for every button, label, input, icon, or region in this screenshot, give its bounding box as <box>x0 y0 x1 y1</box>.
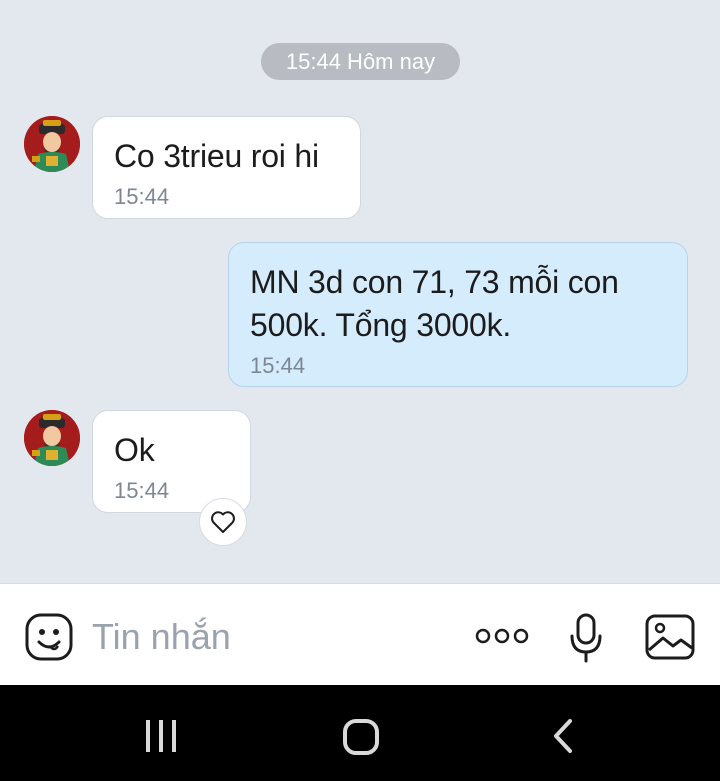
message-text: MN 3d con 71, 73 mỗi con 500k. Tổng 3000… <box>250 264 619 343</box>
react-button[interactable] <box>199 498 247 546</box>
message-time: 15:44 <box>114 184 170 209</box>
message-bubble-outgoing[interactable]: MN 3d con 71, 73 mỗi con 500k. Tổng 3000… <box>228 242 688 387</box>
system-nav-bar <box>0 685 720 781</box>
chat-area[interactable]: 15:44 Hôm nay Co 3trieu roi hi 15:44 MN … <box>0 0 720 583</box>
more-dots-icon[interactable] <box>474 626 530 651</box>
avatar[interactable] <box>24 116 80 172</box>
image-gallery-icon[interactable] <box>645 614 695 665</box>
message-composer: Tin nhắn <box>0 583 720 685</box>
message-text: Ok <box>114 432 155 468</box>
message-input[interactable]: Tin nhắn <box>92 616 231 658</box>
date-divider: 15:44 Hôm nay <box>261 43 460 80</box>
message-text: Co 3trieu roi hi <box>114 138 319 174</box>
message-bubble-incoming[interactable]: Co 3trieu roi hi 15:44 <box>92 116 361 219</box>
microphone-icon[interactable] <box>568 612 604 669</box>
sticker-smiley-icon[interactable] <box>24 612 74 667</box>
home-icon[interactable] <box>342 718 380 761</box>
heart-outline-icon <box>211 511 235 533</box>
avatar[interactable] <box>24 410 80 466</box>
back-icon[interactable] <box>552 718 574 759</box>
recent-apps-icon[interactable] <box>144 719 178 758</box>
message-time: 15:44 <box>250 353 306 378</box>
